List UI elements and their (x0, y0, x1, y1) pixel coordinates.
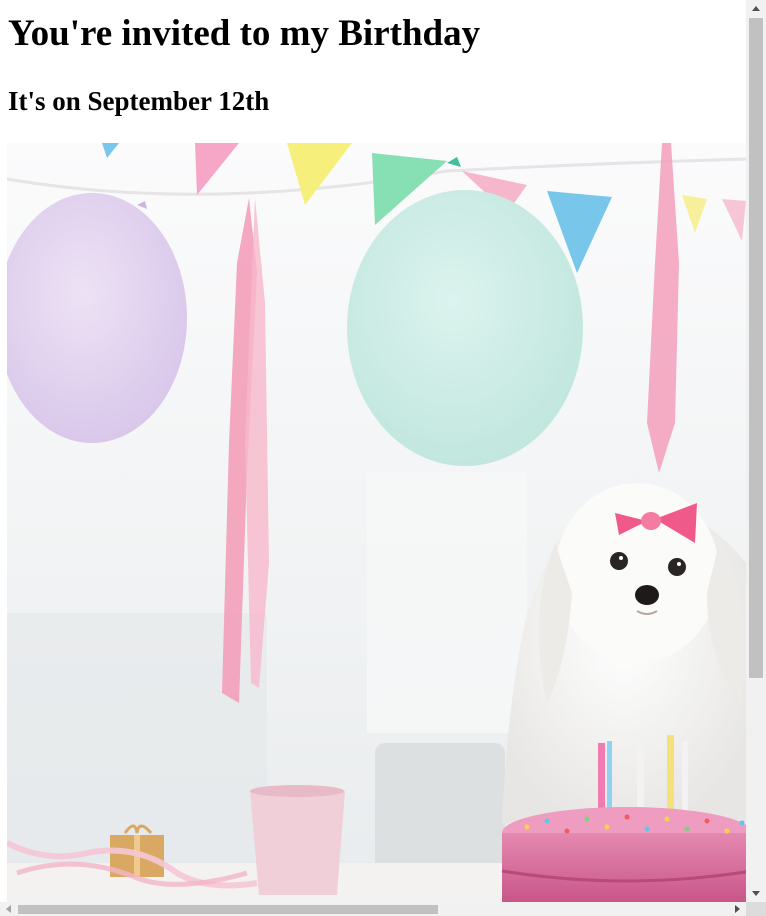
page-title: You're invited to my Birthday (8, 13, 481, 54)
birthday-photo-illustration (7, 143, 746, 902)
horizontal-scrollbar[interactable] (0, 902, 746, 916)
vertical-scrollbar[interactable] (746, 0, 766, 902)
horizontal-scrollbar-thumb[interactable] (18, 905, 438, 914)
page-content: You're invited to my Birthday It's on Se… (0, 0, 746, 902)
triangle-right-icon (735, 905, 740, 913)
scroll-up-button[interactable] (746, 0, 766, 17)
scroll-left-button[interactable] (0, 902, 17, 916)
triangle-down-icon (752, 891, 760, 896)
triangle-up-icon (752, 6, 760, 11)
scroll-right-button[interactable] (729, 902, 746, 916)
vertical-scrollbar-thumb[interactable] (749, 18, 763, 678)
birthday-photo (7, 143, 746, 902)
triangle-left-icon (6, 905, 11, 913)
scroll-down-button[interactable] (746, 885, 766, 902)
page-subtitle: It's on September 12th (8, 86, 270, 116)
scrollbar-corner (746, 902, 766, 916)
